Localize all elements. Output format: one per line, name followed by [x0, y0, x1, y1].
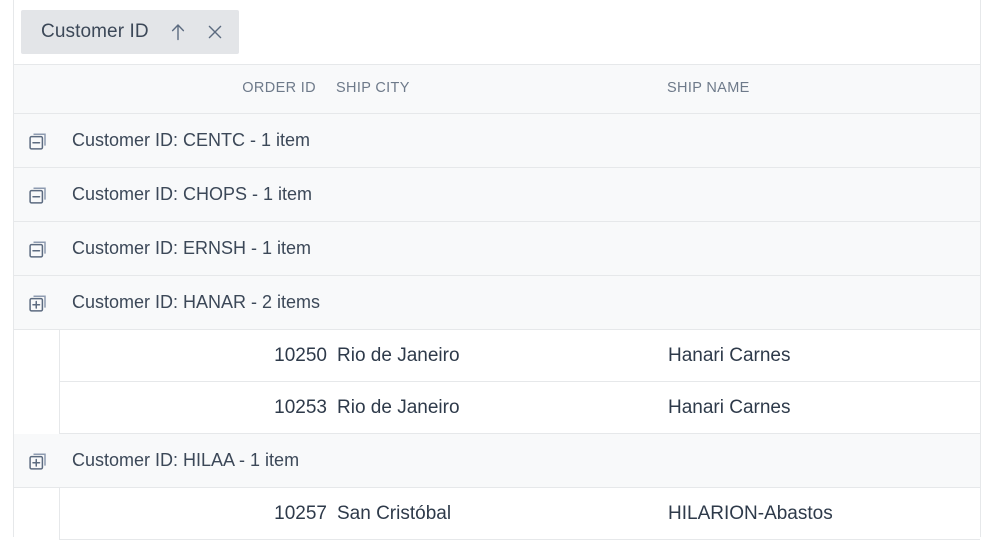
cell-ship-name: Hanari Carnes — [668, 344, 791, 366]
table-row[interactable]: 10253 Rio de Janeiro Hanari Carnes — [59, 382, 980, 434]
group-by-chip-customer-id[interactable]: Customer ID — [21, 10, 239, 54]
group-by-panel[interactable]: Customer ID — [14, 0, 980, 65]
group-row-label: Customer ID: HANAR - 2 items — [72, 292, 321, 312]
cell-ship-city: San Cristóbal — [337, 502, 452, 524]
cell-ship-name: HILARION-Abastos — [668, 502, 833, 524]
cell-ship-name: Hanari Carnes — [668, 396, 791, 418]
group-row[interactable]: Customer ID: HILAA - 1 item — [14, 434, 980, 488]
data-grid: Customer ID ORDER ID SHIP CITY SHIP NAME… — [13, 0, 981, 540]
cell-order-id: 10253 — [274, 396, 327, 418]
group-row[interactable]: Customer ID: CENTC - 1 item — [14, 114, 980, 168]
grid-body: Customer ID: CENTC - 1 item Customer ID: … — [14, 114, 980, 540]
group-row[interactable]: Customer ID: CHOPS - 1 item — [14, 168, 980, 222]
group-row-label: Customer ID: HILAA - 1 item — [72, 450, 300, 470]
group-row-label: Customer ID: ERNSH - 1 item — [72, 238, 312, 258]
cell-order-id: 10257 — [274, 502, 327, 524]
collapse-group-icon[interactable] — [27, 130, 49, 152]
close-icon[interactable] — [205, 22, 225, 42]
expand-group-icon[interactable] — [27, 292, 49, 314]
sort-ascending-arrow-icon[interactable] — [168, 22, 188, 42]
expand-group-icon[interactable] — [27, 450, 49, 472]
cell-ship-city: Rio de Janeiro — [337, 396, 460, 418]
cell-order-id: 10250 — [274, 344, 327, 366]
group-row[interactable]: Customer ID: HANAR - 2 items — [14, 276, 980, 330]
column-header-ship-name[interactable]: SHIP NAME — [667, 80, 750, 96]
collapse-group-icon[interactable] — [27, 238, 49, 260]
table-row[interactable]: 10250 Rio de Janeiro Hanari Carnes — [59, 330, 980, 382]
group-by-chip-label: Customer ID — [41, 21, 149, 42]
group-row[interactable]: Customer ID: ERNSH - 1 item — [14, 222, 980, 276]
column-header-order-id[interactable]: ORDER ID — [242, 80, 316, 96]
column-header-row: ORDER ID SHIP CITY SHIP NAME — [14, 65, 980, 114]
table-row[interactable]: 10257 San Cristóbal HILARION-Abastos — [59, 488, 980, 540]
group-row-label: Customer ID: CENTC - 1 item — [72, 130, 311, 150]
collapse-group-icon[interactable] — [27, 184, 49, 206]
column-header-ship-city[interactable]: SHIP CITY — [336, 80, 410, 96]
cell-ship-city: Rio de Janeiro — [337, 344, 460, 366]
group-row-label: Customer ID: CHOPS - 1 item — [72, 184, 313, 204]
